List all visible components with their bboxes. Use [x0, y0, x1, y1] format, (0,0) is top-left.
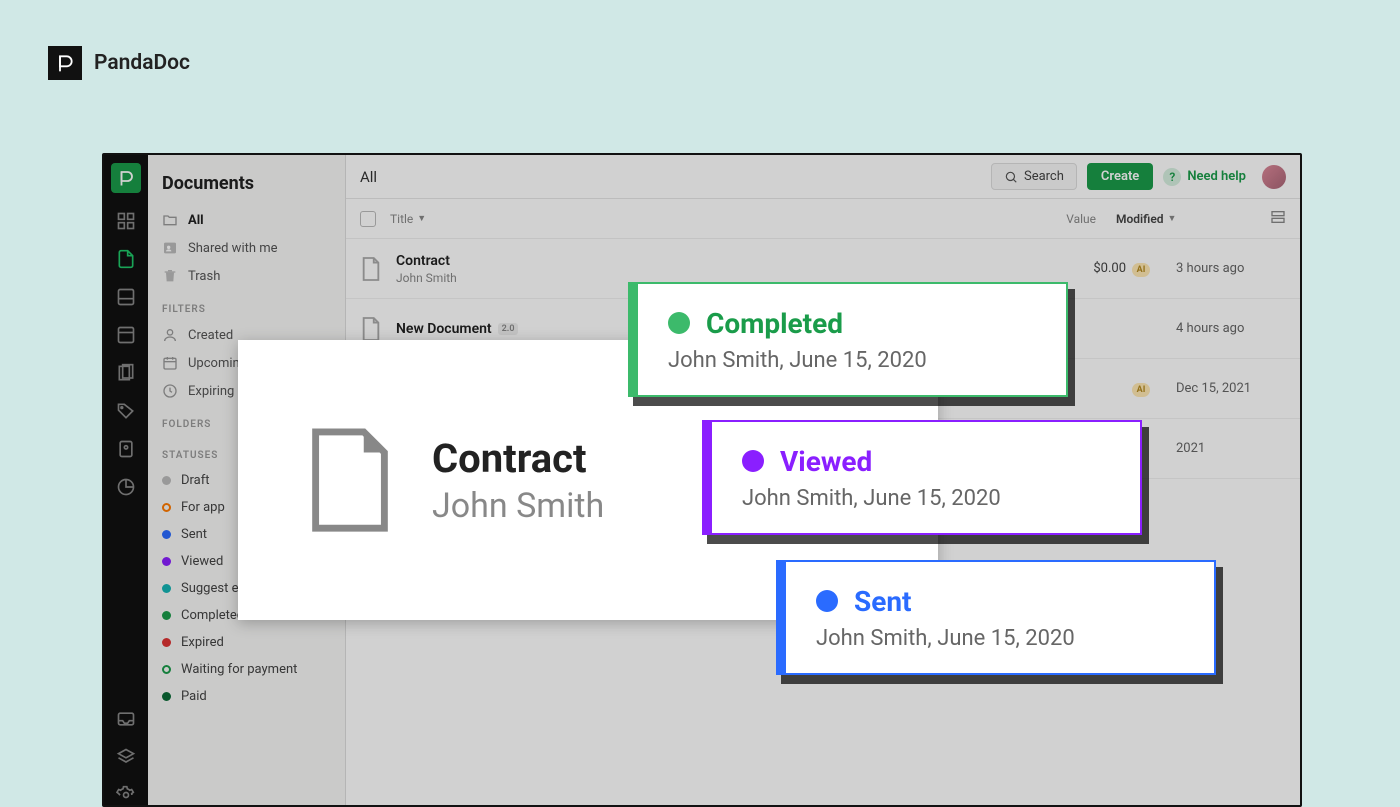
status-card-viewed: Viewed John Smith, June 15, 2020 — [702, 420, 1142, 535]
avatar[interactable] — [1262, 165, 1286, 189]
templates-icon[interactable] — [116, 287, 136, 307]
doc-badge: AI — [1126, 381, 1156, 396]
filters-header: FILTERS — [148, 290, 345, 321]
sidebar-title: Documents — [148, 169, 345, 206]
sidebar-item-label: All — [188, 213, 204, 228]
status-dot-icon — [162, 476, 171, 485]
search-label: Search — [1024, 169, 1064, 184]
trash-icon — [162, 268, 178, 284]
status-dot-icon — [162, 530, 171, 539]
brand-mark-icon — [48, 46, 82, 80]
inbox-icon[interactable] — [116, 709, 136, 729]
column-title[interactable]: Title▼ — [390, 212, 1016, 226]
preview-subtitle: John Smith — [432, 486, 604, 526]
status-label: Paid — [181, 689, 207, 704]
dashboard-icon[interactable] — [116, 211, 136, 231]
grid-icon — [1270, 209, 1286, 225]
doc-time: 4 hours ago — [1156, 321, 1286, 336]
document-icon — [360, 256, 382, 282]
select-all-checkbox[interactable] — [360, 211, 376, 227]
status-label: Waiting for payment — [181, 662, 297, 677]
status-label: Viewed — [181, 554, 223, 569]
user-icon — [162, 327, 178, 343]
documents-icon[interactable] — [116, 249, 136, 269]
status-dot-icon — [162, 584, 171, 593]
topbar: All Search Create ? Need help — [346, 155, 1300, 199]
status-card-label: Viewed — [780, 445, 872, 478]
column-modified[interactable]: Modified▼ — [1096, 212, 1256, 226]
status-card-sub: John Smith, June 15, 2020 — [742, 486, 1110, 511]
status-label: Completed — [181, 608, 244, 623]
help-icon: ? — [1163, 168, 1181, 186]
status-card-completed: Completed John Smith, June 15, 2020 — [628, 282, 1068, 397]
status-dot-icon — [162, 638, 171, 647]
doc-time: 2021 — [1156, 441, 1286, 456]
library-icon[interactable] — [116, 363, 136, 383]
help-label: Need help — [1187, 169, 1246, 184]
preview-title: Contract — [432, 435, 604, 482]
sidebar-item-trash[interactable]: Trash — [148, 262, 345, 290]
settings-icon[interactable] — [116, 785, 136, 805]
status-label: For app — [181, 500, 225, 515]
doc-value: $0.00 — [1046, 261, 1126, 276]
search-button[interactable]: Search — [991, 163, 1077, 190]
catalog-icon[interactable] — [116, 325, 136, 345]
view-toggle[interactable] — [1256, 209, 1286, 228]
brand-logo: PandaDoc — [48, 46, 190, 80]
clock-icon — [162, 383, 178, 399]
status-dot-icon — [162, 503, 171, 512]
document-icon — [360, 316, 382, 342]
rail-brand-icon[interactable] — [111, 163, 141, 193]
addons-icon[interactable] — [116, 747, 136, 767]
sort-icon: ▼ — [417, 213, 426, 224]
help-button[interactable]: ? Need help — [1163, 168, 1246, 186]
create-button[interactable]: Create — [1087, 163, 1153, 190]
sidebar-item-label: Shared with me — [188, 241, 278, 256]
calendar-icon — [162, 355, 178, 371]
sort-icon: ▼ — [1168, 213, 1177, 224]
doc-time: 3 hours ago — [1156, 261, 1286, 276]
sidebar-item-label: Trash — [188, 269, 220, 284]
doc-badge: AI — [1126, 261, 1156, 276]
status-label: Sent — [181, 527, 207, 542]
doc-title: New Document — [396, 321, 492, 337]
list-header: Title▼ Value Modified▼ — [346, 199, 1300, 239]
status-expired[interactable]: Expired — [148, 629, 345, 656]
tag-icon[interactable] — [116, 401, 136, 421]
doc-time: Dec 15, 2021 — [1156, 381, 1286, 396]
filter-label: Created — [188, 328, 233, 343]
status-dot-icon — [816, 590, 838, 612]
status-dot-icon — [162, 665, 171, 674]
status-card-sub: John Smith, June 15, 2020 — [816, 626, 1184, 651]
status-dot-icon — [162, 692, 171, 701]
status-dot-icon — [668, 312, 690, 334]
status-card-label: Sent — [854, 585, 912, 618]
search-icon — [1004, 170, 1018, 184]
sidebar-item-all[interactable]: All — [148, 206, 345, 234]
version-badge: 2.0 — [498, 323, 519, 335]
folder-icon — [162, 212, 178, 228]
brand-name: PandaDoc — [94, 51, 190, 75]
status-dot-icon — [742, 450, 764, 472]
status-dot-icon — [162, 611, 171, 620]
status-card-sent: Sent John Smith, June 15, 2020 — [776, 560, 1216, 675]
contacts-icon[interactable] — [116, 439, 136, 459]
status-waiting-payment[interactable]: Waiting for payment — [148, 656, 345, 683]
filter-label: Expiring — [188, 384, 234, 399]
status-dot-icon — [162, 557, 171, 566]
nav-rail — [104, 155, 148, 805]
status-label: Expired — [181, 635, 224, 650]
person-icon — [162, 240, 178, 256]
status-card-label: Completed — [706, 307, 843, 340]
column-value[interactable]: Value — [1016, 212, 1096, 226]
status-label: Draft — [181, 473, 210, 488]
doc-title: Contract — [396, 253, 450, 269]
document-icon — [308, 425, 392, 535]
status-paid[interactable]: Paid — [148, 683, 345, 710]
page-title: All — [360, 168, 981, 186]
reports-icon[interactable] — [116, 477, 136, 497]
status-card-sub: John Smith, June 15, 2020 — [668, 348, 1036, 373]
sidebar-item-shared[interactable]: Shared with me — [148, 234, 345, 262]
